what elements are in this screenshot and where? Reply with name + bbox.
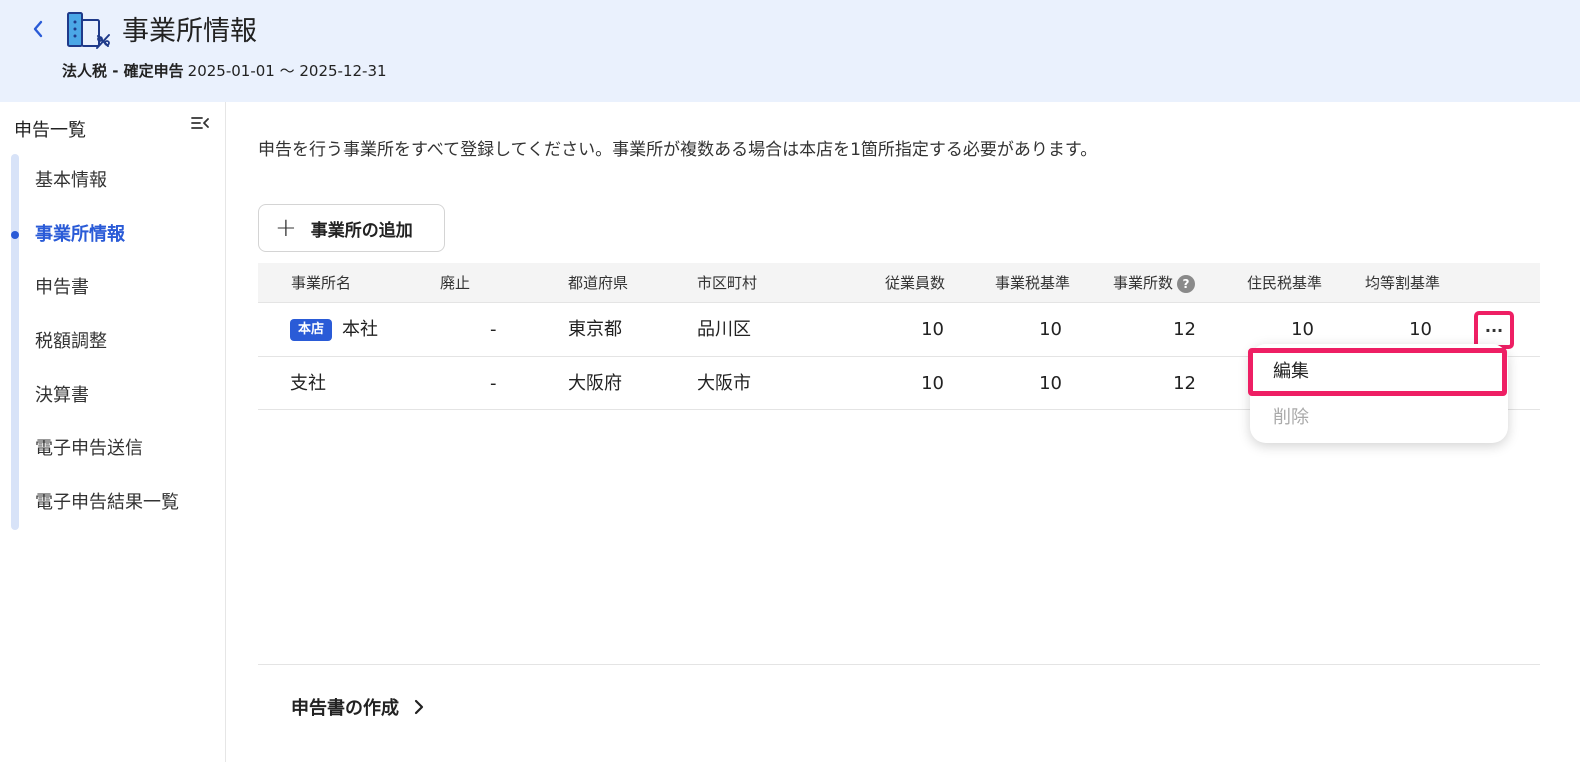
office-name-cell: 本店 本社: [290, 303, 378, 356]
employees-cell: 10: [921, 319, 944, 340]
column-header-office-count[interactable]: 事業所数?: [1113, 263, 1196, 303]
chevron-right-icon: [414, 699, 424, 715]
sidebar-item-tax-return[interactable]: 申告書: [0, 261, 225, 315]
office-count-cell: 12: [1173, 372, 1196, 394]
menu-item-edit[interactable]: 編集: [1248, 348, 1507, 396]
column-header-city[interactable]: 市区町村: [697, 263, 757, 303]
collapse-sidebar-button[interactable]: [190, 115, 212, 135]
help-icon[interactable]: ?: [1177, 275, 1196, 293]
sidebar: 申告一覧 基本情報 事業所情報 申告書 税額調整 決算書 電子申告送信 電子申告…: [0, 102, 226, 762]
table-header: 事業所名 廃止 都道府県 市区町村 従業員数 事業税基準 事業所数? 住民税基準…: [258, 263, 1540, 303]
return-period: 法人税 - 確定申告 2025-01-01 〜 2025-12-31: [62, 60, 387, 81]
abolished-cell: -: [490, 372, 497, 394]
sidebar-heading: 申告一覧: [14, 120, 86, 141]
sidebar-item-basic-info[interactable]: 基本情報: [0, 154, 225, 208]
collapse-menu-icon: [191, 117, 209, 129]
create-tax-return-label: 申告書の作成: [291, 698, 399, 719]
column-header-prefecture[interactable]: 都道府県: [568, 263, 628, 303]
more-icon: ···: [1484, 320, 1504, 340]
sidebar-item-e-filing-results[interactable]: 電子申告結果一覧: [0, 476, 225, 530]
page-title: 事業所情報: [122, 16, 257, 47]
column-header-per-capita-basis[interactable]: 均等割基準: [1365, 263, 1440, 303]
abolished-cell: -: [490, 319, 497, 340]
city-cell: 大阪市: [697, 372, 751, 394]
head-office-badge: 本店: [290, 319, 333, 341]
sidebar-nav: 基本情報 事業所情報 申告書 税額調整 決算書 電子申告送信 電子申告結果一覧: [0, 154, 225, 530]
row-action-menu: 編集 削除: [1248, 344, 1508, 443]
office-count-cell: 12: [1173, 319, 1196, 340]
column-header-abolished[interactable]: 廃止: [440, 263, 470, 303]
office-name: 本社: [342, 319, 379, 340]
column-header-employees[interactable]: 従業員数: [885, 263, 945, 303]
office-name-cell: 支社: [290, 372, 326, 394]
sidebar-item-financial-statements[interactable]: 決算書: [0, 369, 225, 423]
menu-item-delete[interactable]: 削除: [1273, 404, 1309, 432]
column-header-business-tax-basis[interactable]: 事業税基準: [995, 263, 1070, 303]
business-tax-cell: 10: [1039, 372, 1062, 394]
business-tax-cell: 10: [1039, 319, 1062, 340]
city-cell: 品川区: [697, 319, 751, 340]
sidebar-item-tax-adjustment[interactable]: 税額調整: [0, 315, 225, 369]
create-tax-return-link[interactable]: 申告書の作成: [291, 694, 425, 720]
period-range: 2025-01-01 〜 2025-12-31: [187, 62, 387, 80]
building-tax-icon: [65, 10, 111, 50]
sidebar-item-office-info[interactable]: 事業所情報: [0, 208, 225, 262]
page-header: 事業所情報 法人税 - 確定申告 2025-01-01 〜 2025-12-31: [0, 0, 1580, 102]
add-office-button[interactable]: + 事業所の追加: [258, 204, 445, 252]
prefecture-cell: 大阪府: [568, 372, 622, 394]
column-header-office-name[interactable]: 事業所名: [291, 263, 351, 303]
sidebar-item-e-filing[interactable]: 電子申告送信: [0, 422, 225, 476]
chevron-left-icon: [33, 20, 43, 38]
plus-icon: +: [275, 213, 297, 243]
instructions-text: 申告を行う事業所をすべて登録してください。事業所が複数ある場合は本店を1箇所指定…: [258, 140, 1098, 160]
footer-divider: [258, 664, 1540, 665]
office-count-label: 事業所数: [1113, 274, 1174, 292]
prefecture-cell: 東京都: [568, 319, 622, 340]
back-button[interactable]: [27, 16, 49, 42]
column-header-resident-tax-basis[interactable]: 住民税基準: [1247, 263, 1322, 303]
employees-cell: 10: [921, 372, 944, 394]
return-type: 法人税 - 確定申告: [62, 62, 184, 80]
add-office-label: 事業所の追加: [310, 220, 413, 241]
